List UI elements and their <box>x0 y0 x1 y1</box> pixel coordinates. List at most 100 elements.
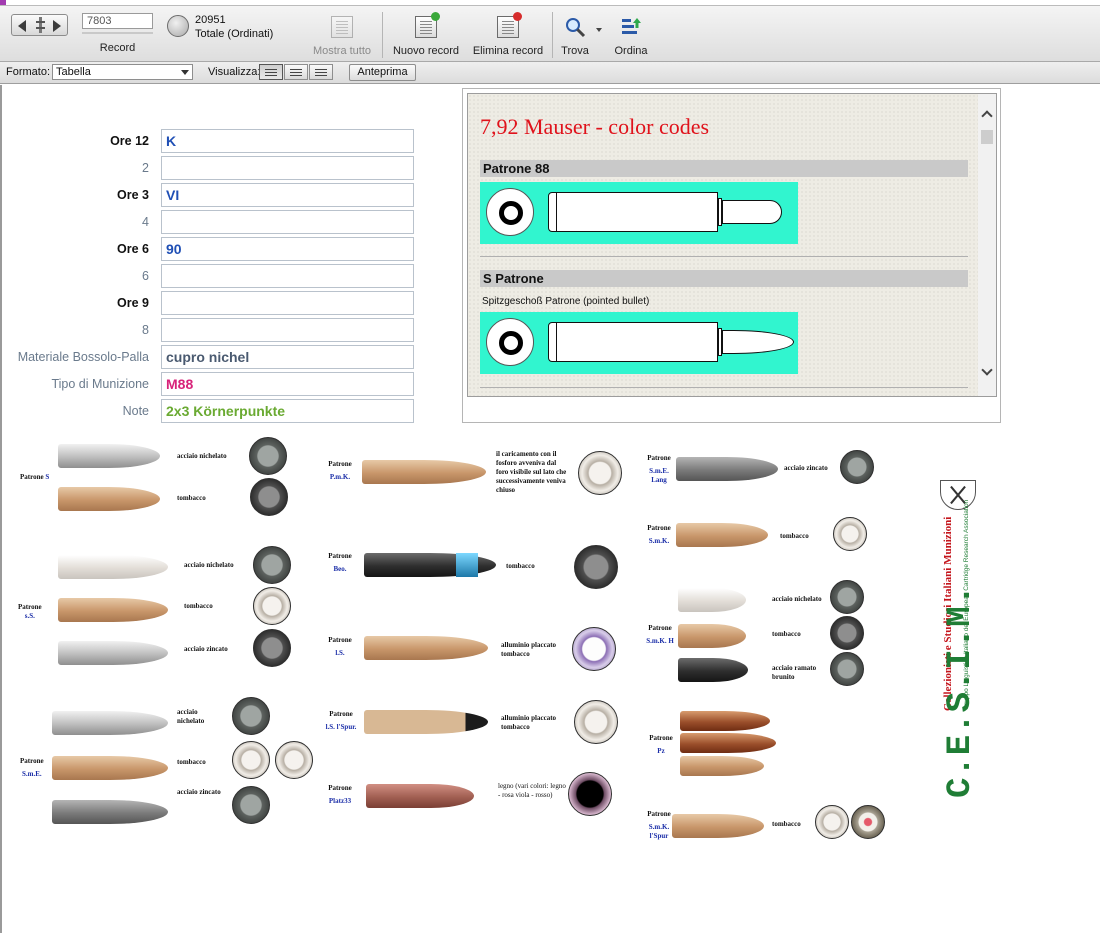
cartridge-label: Patrone l.S. l'Spur. <box>320 710 362 732</box>
bullet <box>678 624 746 648</box>
form-field[interactable] <box>161 210 414 234</box>
form-field[interactable] <box>161 264 414 288</box>
bullet <box>58 641 168 665</box>
cartridge-head <box>572 627 616 671</box>
form-view-icon <box>265 69 277 70</box>
cartridge-name: S <box>45 473 50 481</box>
logo-acronym: C.E.S.I.M. <box>942 583 980 798</box>
cartridge-diagram <box>480 312 798 374</box>
cartridge-name: Pz <box>657 747 665 755</box>
show-all-icon <box>331 16 353 38</box>
form-field[interactable] <box>161 318 414 342</box>
web-viewer[interactable]: 7,92 Mauser - color codes Patrone 88 S P… <box>467 93 997 397</box>
material-label: tombacco <box>177 758 206 766</box>
show-all-button[interactable]: Mostra tutto <box>306 10 378 60</box>
cartridge-head <box>574 545 618 589</box>
form-field[interactable]: K <box>161 129 414 153</box>
delete-record-label: Elimina record <box>472 45 544 57</box>
content-left-border <box>0 85 2 933</box>
plus-badge-icon <box>431 12 440 21</box>
cartridge-head <box>275 741 313 779</box>
bullet <box>362 460 486 484</box>
previous-record-icon[interactable] <box>18 20 26 32</box>
cartridge-name: Platz33 <box>328 797 352 805</box>
delete-record-icon <box>497 12 522 38</box>
cartridge-base <box>486 318 534 366</box>
list-view-button[interactable] <box>284 64 308 80</box>
bullet <box>678 658 748 682</box>
scroll-down-icon[interactable] <box>981 364 993 376</box>
material-label: tombacco <box>772 630 801 638</box>
field-label: Note <box>122 404 149 418</box>
cartridge-head <box>833 517 867 551</box>
chevron-down-icon <box>181 70 189 75</box>
record-slider[interactable] <box>82 32 153 34</box>
scroll-thumb[interactable] <box>981 130 993 144</box>
cartridge-base <box>486 188 534 236</box>
material-label: acciaio nichelato <box>184 561 234 569</box>
form-field[interactable]: VI <box>161 183 414 207</box>
cartridge-bullet <box>722 200 782 224</box>
bullet <box>676 457 778 481</box>
form-field[interactable]: 2x3 Körnerpunkte <box>161 399 414 423</box>
cartridge-label-prefix: Patrone <box>20 757 44 765</box>
preview-button[interactable]: Anteprima <box>349 64 416 81</box>
vertical-scrollbar[interactable] <box>978 94 996 396</box>
cartridge-label-prefix: Patrone <box>328 460 352 468</box>
form-field[interactable] <box>161 156 414 180</box>
material-label: alluminio placcato tombacco <box>501 641 557 658</box>
found-set-pie-icon <box>167 15 189 37</box>
bullet <box>58 444 160 468</box>
material-label: alluminio placcato tombacco <box>501 714 557 731</box>
material-label: tombacco <box>772 820 801 828</box>
cartridge-head <box>250 478 288 516</box>
current-record-input[interactable]: 7803 <box>82 13 153 29</box>
bullet-color-band <box>456 553 478 577</box>
cartridge-rim <box>556 323 557 361</box>
form-field[interactable]: 90 <box>161 237 414 261</box>
bullet <box>366 784 474 808</box>
cartridge-head <box>253 629 291 667</box>
record-navigator[interactable] <box>11 14 68 36</box>
cartridge-label-prefix: Patrone <box>647 524 671 532</box>
cartridge-head <box>253 587 291 625</box>
layout-bar: Formato: Tabella Visualizza: Anteprima <box>0 62 1100 84</box>
next-record-icon[interactable] <box>53 20 61 32</box>
form-field[interactable]: cupro nichel <box>161 345 414 369</box>
form-field[interactable]: M88 <box>161 372 414 396</box>
delete-record-button[interactable]: Elimina record <box>468 10 548 60</box>
field-label: 6 <box>142 269 149 283</box>
bullet <box>58 555 168 579</box>
sort-button[interactable]: Ordina <box>610 10 652 60</box>
field-label: Ore 9 <box>117 296 149 310</box>
scroll-up-icon[interactable] <box>981 110 993 122</box>
cartridge-label-prefix: Patrone <box>328 636 352 644</box>
material-label: tombacco <box>506 562 535 570</box>
find-button[interactable]: Trova <box>556 10 594 60</box>
material-label: acciaio nichelato <box>177 452 227 460</box>
cartridge-case <box>548 322 718 362</box>
form-view-button[interactable] <box>259 64 283 80</box>
cartridge-label: Patrone S.m.K. l'Spur <box>644 810 674 841</box>
cartridge-label-prefix: Patrone <box>328 552 352 560</box>
format-select[interactable]: Tabella <box>52 64 193 80</box>
show-all-label: Mostra tutto <box>312 45 372 57</box>
bullet <box>364 710 488 734</box>
table-view-button[interactable] <box>309 64 333 80</box>
new-record-button[interactable]: Nuovo record <box>388 10 464 60</box>
cartridge-label: Patrone S <box>20 473 49 482</box>
cartridge-label-prefix: Patrone <box>647 810 671 818</box>
material-label: acciaio zincato <box>184 645 228 653</box>
bullet <box>52 711 168 735</box>
find-dropdown-icon[interactable] <box>596 28 602 32</box>
cartridge-head <box>232 741 270 779</box>
color-codes-title: 7,92 Mauser - color codes <box>480 114 710 139</box>
cartridge-name: s.S. <box>24 612 35 620</box>
field-label: 4 <box>142 215 149 229</box>
cartridge-label: Patrone Beo. <box>322 552 358 574</box>
toolbar-separator <box>552 12 553 58</box>
form-field[interactable] <box>161 291 414 315</box>
new-record-label: Nuovo record <box>392 45 460 57</box>
cartridge-label-prefix: Patrone <box>328 784 352 792</box>
cartridge-case <box>548 192 718 232</box>
